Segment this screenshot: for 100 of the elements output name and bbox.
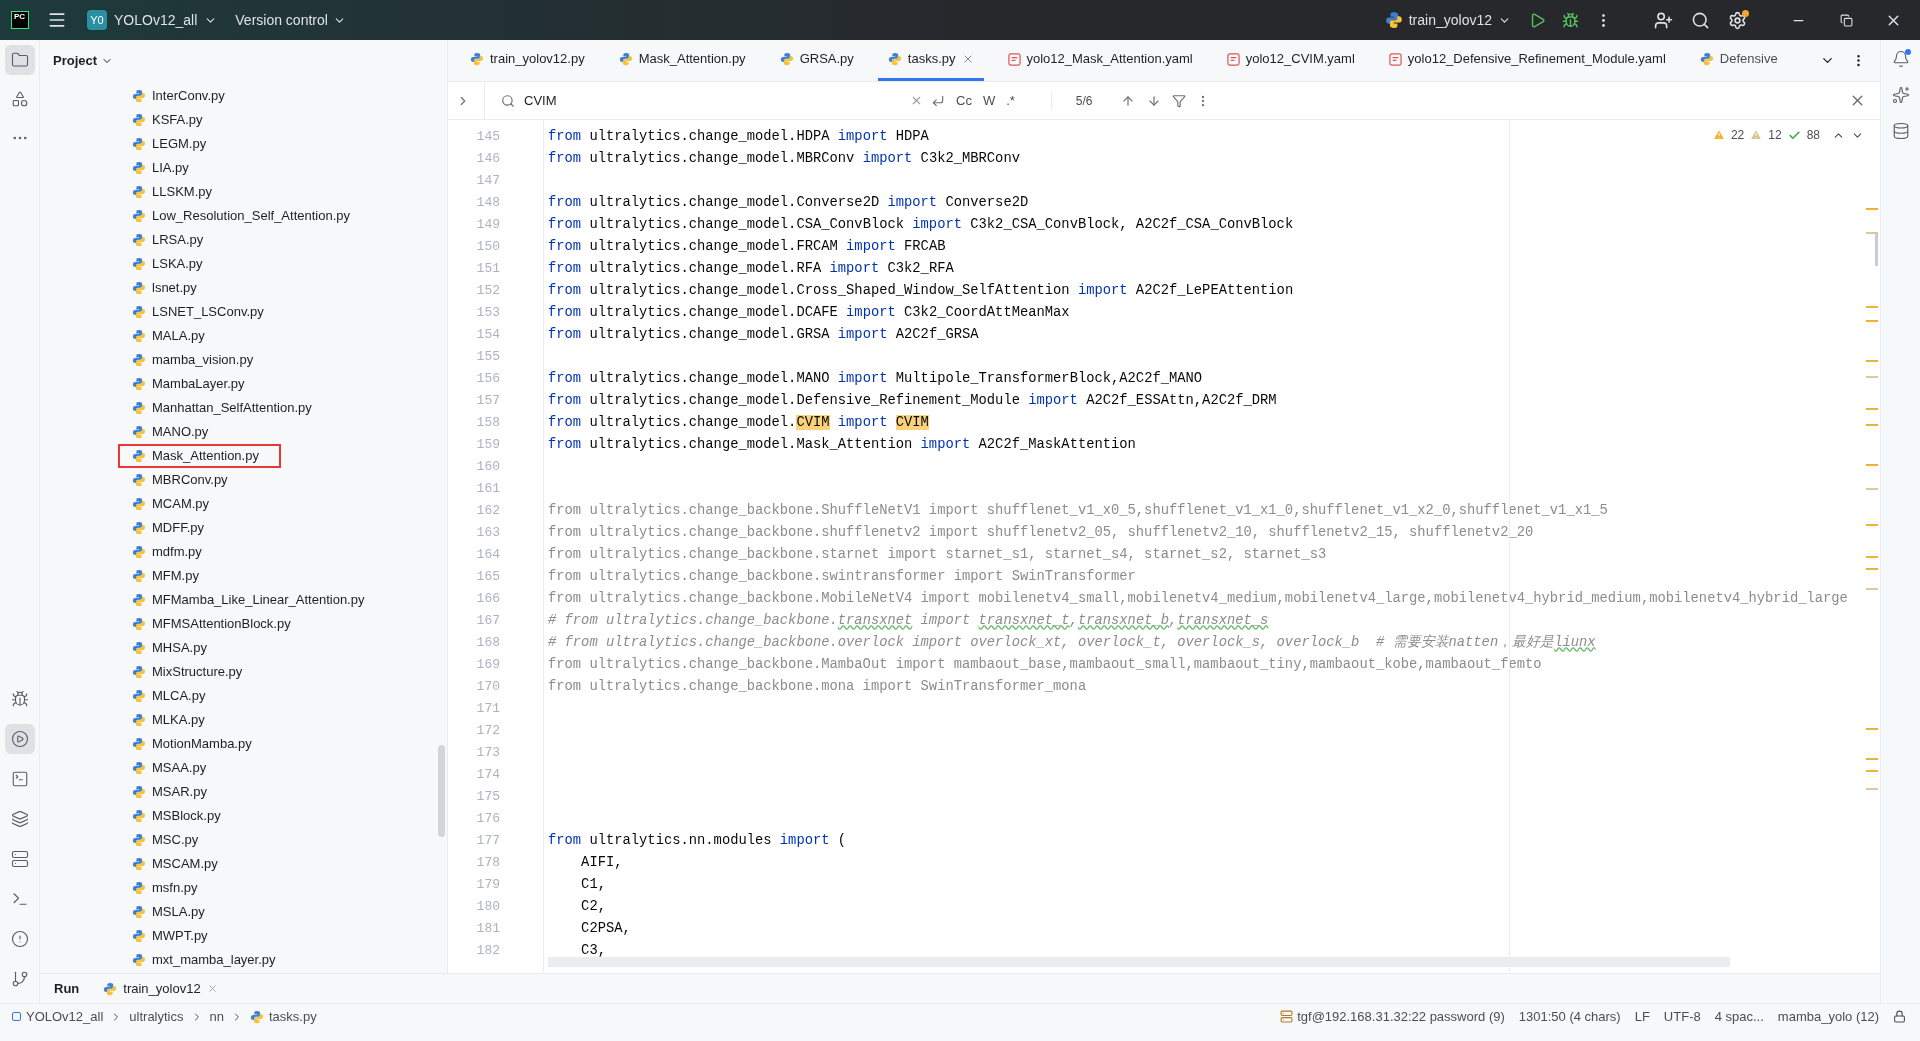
file-tree-item[interactable]: MLKA.py bbox=[118, 708, 227, 732]
clear-icon[interactable] bbox=[910, 94, 923, 107]
search-option-toggle[interactable]: Cc bbox=[956, 90, 972, 111]
python-file-icon bbox=[132, 617, 146, 631]
file-tree-item[interactable]: MFMSAttentionBlock.py bbox=[118, 612, 313, 636]
file-tree-item[interactable]: MWPT.py bbox=[118, 924, 230, 948]
line-number: 159 bbox=[475, 436, 500, 455]
file-tree-item[interactable]: MDFF.py bbox=[118, 516, 226, 540]
find-field[interactable]: CVIM bbox=[484, 82, 934, 119]
file-tree-item[interactable]: InterConv.py bbox=[118, 84, 247, 108]
editor-tab[interactable]: train_yolov12.py bbox=[460, 40, 595, 81]
file-tree-item[interactable]: MotionMamba.py bbox=[118, 732, 274, 756]
file-tree-item[interactable]: mdfm.py bbox=[118, 540, 224, 564]
file-tree-item[interactable]: LLSKM.py bbox=[118, 180, 234, 204]
python-file-icon bbox=[779, 52, 794, 66]
project-selector[interactable]: Y0 YOLOv12_all bbox=[83, 6, 222, 34]
file-tree-item[interactable]: mamba_vision.py bbox=[118, 348, 276, 372]
add-user-icon[interactable] bbox=[1654, 10, 1673, 30]
file-tree-item[interactable]: Low_Resolution_Self_Attention.py bbox=[118, 204, 373, 228]
line-number: 167 bbox=[475, 612, 500, 631]
breadcrumb-item[interactable]: nn bbox=[209, 1006, 224, 1027]
editor-tab[interactable]: yolo12_Mask_Attention.yaml bbox=[997, 40, 1203, 81]
status-bar-item[interactable]: UTF-8 bbox=[1663, 1006, 1701, 1027]
previous-match-icon[interactable] bbox=[1120, 93, 1135, 108]
code-line: from ultralytics.change_model.CSA_ConvBlock import C3k2_CSA_ConvBlock, A2C2f_CSA_ConvBlock bbox=[548, 215, 1294, 234]
editor-tab[interactable]: GRSA.py bbox=[769, 40, 864, 81]
file-tree-item[interactable]: LEGM.py bbox=[118, 132, 229, 156]
newline-icon[interactable] bbox=[931, 93, 945, 108]
code-line: from ultralytics.change_backbone.mona import SwinTransformer_mona bbox=[548, 677, 1087, 696]
search-option-toggle[interactable]: W bbox=[982, 90, 996, 111]
code-line: from ultralytics.change_model.MANO import Multipole_TransformerBlock,A2C2f_MANO bbox=[548, 369, 1203, 388]
file-tree-item[interactable]: MBRConv.py bbox=[118, 468, 250, 492]
file-tree-item[interactable]: KSFA.py bbox=[118, 108, 225, 132]
file-tree-item[interactable]: Mask_Attention.py bbox=[118, 444, 281, 468]
run-configuration-selector[interactable]: train_yolov12 bbox=[1384, 9, 1511, 31]
file-tree-item[interactable]: MALA.py bbox=[118, 324, 227, 348]
file-tree-item[interactable]: MHSA.py bbox=[118, 636, 229, 660]
status-bar-item[interactable]: mamba_yolo (12) bbox=[1777, 1006, 1879, 1027]
python-file-icon bbox=[132, 425, 146, 439]
editor-tab[interactable]: tasks.py bbox=[877, 40, 984, 81]
project-panel-title[interactable]: Project bbox=[40, 40, 447, 82]
file-tree-item[interactable]: MSBlock.py bbox=[118, 804, 243, 828]
status-bar-item[interactable]: 1301:50 (4 chars) bbox=[1518, 1006, 1621, 1027]
file-tree-item[interactable]: MambaLayer.py bbox=[118, 372, 267, 396]
lock-icon[interactable] bbox=[1893, 1010, 1906, 1023]
editor-tab[interactable]: Mask_Attention.py bbox=[608, 40, 756, 81]
next-match-icon[interactable] bbox=[1146, 93, 1161, 108]
file-tree-item[interactable]: MFMamba_Like_Linear_Attention.py bbox=[118, 588, 387, 612]
sparkles-icon[interactable] bbox=[1891, 86, 1910, 104]
python-file-icon bbox=[132, 881, 146, 895]
file-tree-item[interactable]: LSNET_LSConv.py bbox=[118, 300, 286, 324]
code-line: C3, bbox=[580, 941, 606, 960]
run-button[interactable] bbox=[1529, 11, 1546, 29]
settings-icon[interactable] bbox=[1728, 10, 1747, 30]
file-tree-item[interactable]: LRSA.py bbox=[118, 228, 226, 252]
file-tree-item[interactable]: mxt_mamba_layer.py bbox=[118, 948, 298, 972]
file-tree-item[interactable]: lsnet.py bbox=[118, 276, 219, 300]
file-tree-item[interactable]: msfn.py bbox=[118, 876, 220, 900]
status-bar-item[interactable]: tgf@192.168.31.32:22 password (9) bbox=[1280, 1006, 1505, 1027]
status-bar-item[interactable]: LF bbox=[1634, 1006, 1650, 1027]
search-option-toggle[interactable]: .* bbox=[1006, 90, 1015, 111]
folder-icon[interactable] bbox=[4, 45, 35, 75]
breadcrumb-item[interactable]: YOLOv12_all bbox=[12, 1006, 104, 1027]
database-icon[interactable] bbox=[1891, 122, 1910, 140]
file-tree-item[interactable]: LSKA.py bbox=[118, 252, 225, 276]
version-control-menu[interactable]: Version control bbox=[235, 9, 346, 31]
file-tree-item[interactable]: MSAA.py bbox=[118, 756, 229, 780]
file-tree-item[interactable]: MSCAM.py bbox=[118, 852, 240, 876]
file-tree-item[interactable]: MixStructure.py bbox=[118, 660, 265, 684]
play-icon[interactable] bbox=[4, 724, 35, 754]
editor-tab[interactable]: yolo12_Defensive_Refinement_Module.yaml bbox=[1378, 40, 1676, 81]
file-tree-item[interactable]: MANO.py bbox=[118, 420, 231, 444]
line-number: 161 bbox=[475, 480, 500, 499]
file-tree-item[interactable]: MSLA.py bbox=[118, 900, 227, 924]
file-tree-item[interactable]: Manhattan_SelfAttention.py bbox=[118, 396, 334, 420]
python-file-icon bbox=[132, 713, 146, 727]
file-tree-item[interactable]: MSAR.py bbox=[118, 780, 229, 804]
status-bar-item[interactable]: 4 spac... bbox=[1714, 1006, 1764, 1027]
file-tree-item[interactable]: MCAM.py bbox=[118, 492, 232, 516]
scroll-thumb[interactable] bbox=[438, 745, 445, 837]
filter-icon[interactable] bbox=[1171, 93, 1186, 108]
notifications-icon[interactable] bbox=[1891, 50, 1910, 68]
code-line: AIFI, bbox=[580, 853, 623, 872]
line-number: 170 bbox=[475, 678, 500, 697]
file-tree-item[interactable]: MLCA.py bbox=[118, 684, 228, 708]
editor-tab[interactable]: yolo12_CVIM.yaml bbox=[1216, 40, 1365, 81]
run-tab[interactable]: train_yolov12 bbox=[103, 978, 218, 999]
file-tree-item[interactable]: LIA.py bbox=[118, 156, 211, 180]
main-menu-button[interactable] bbox=[47, 10, 67, 30]
python-file-icon bbox=[132, 257, 146, 271]
line-number: 150 bbox=[475, 238, 500, 257]
file-tree-item[interactable]: MSC.py bbox=[118, 828, 221, 852]
search-icon[interactable] bbox=[1691, 10, 1710, 30]
file-tree-item[interactable]: MFM.py bbox=[118, 564, 221, 588]
restore-icon[interactable] bbox=[1840, 13, 1853, 27]
debug-button[interactable] bbox=[1562, 11, 1579, 29]
editor-tab[interactable]: Defensive bbox=[1689, 40, 1788, 81]
line-number: 153 bbox=[475, 304, 500, 323]
breadcrumb-item[interactable]: tasks.py bbox=[250, 1006, 317, 1027]
breadcrumb-item[interactable]: ultralytics bbox=[129, 1006, 184, 1027]
